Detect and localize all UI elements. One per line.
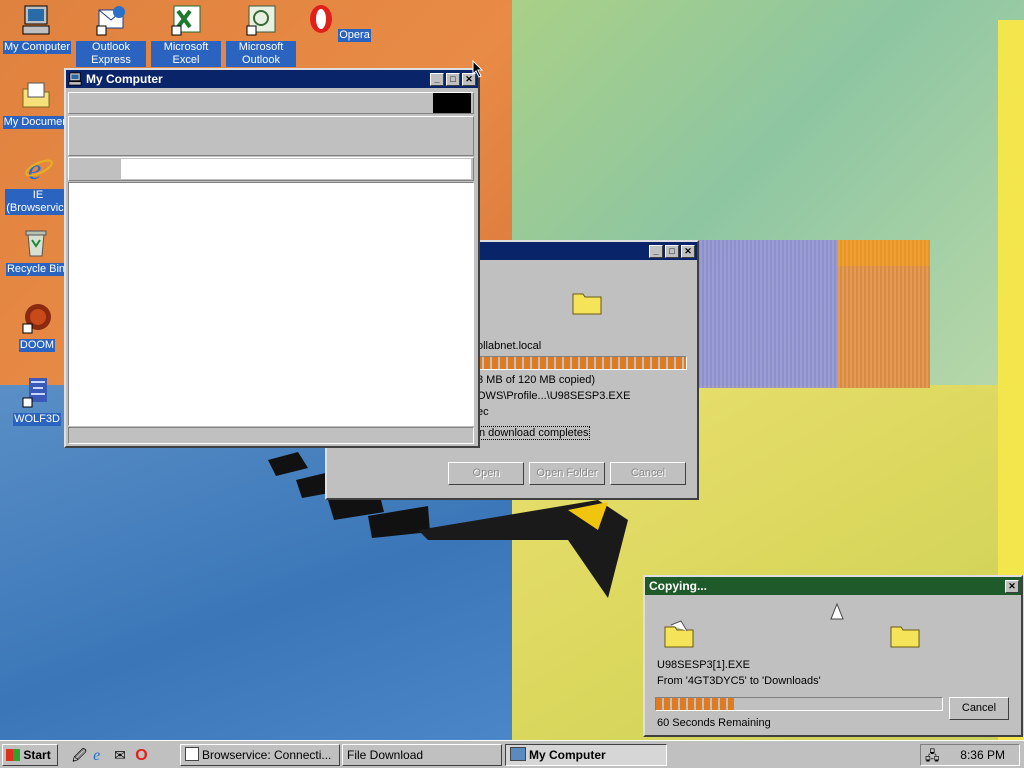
desktop-icon-label: Microsoft Outlook: [226, 41, 296, 67]
opera-icon: [310, 5, 333, 33]
desktop-icon-label: WOLF3D: [13, 413, 61, 426]
outlook-express-icon[interactable]: ✉: [114, 746, 132, 764]
download-copied-status: 3 MB of 120 MB copied): [477, 374, 596, 386]
desktop-icon-opera[interactable]: Opera: [302, 4, 372, 42]
copying-filename: U98SESP3[1].EXE: [657, 659, 750, 671]
maximize-button[interactable]: □: [446, 72, 460, 86]
window-title: My Computer: [86, 72, 163, 86]
file-view-pane[interactable]: [68, 182, 474, 426]
desktop-icon-microsoft-outlook[interactable]: Microsoft Outlook: [226, 4, 296, 67]
taskbar-item-my-computer[interactable]: My Computer: [505, 744, 667, 766]
desktop-icon-label: My Computer: [2, 41, 72, 54]
cancel-download-button[interactable]: Cancel: [610, 462, 686, 485]
open-folder-button[interactable]: Open Folder: [529, 462, 605, 485]
browser-window-icon: [185, 747, 199, 761]
documents-folder-icon: [22, 82, 50, 108]
doom-icon: [22, 304, 51, 334]
close-on-complete-checkbox-label[interactable]: n download completes: [477, 426, 591, 440]
outlook-icon: [246, 5, 276, 36]
open-button[interactable]: Open: [448, 462, 524, 485]
start-button[interactable]: Start: [2, 744, 58, 766]
show-desktop-icon[interactable]: 🖉: [72, 746, 90, 764]
minimize-button[interactable]: _: [430, 72, 444, 86]
desktop-icon-label: DOOM: [18, 339, 56, 352]
internet-explorer-icon[interactable]: e: [93, 747, 111, 765]
recycle-bin-icon: [25, 230, 47, 257]
copying-time-remaining: 60 Seconds Remaining: [657, 717, 771, 729]
desktop-icon-microsoft-excel[interactable]: Microsoft Excel: [151, 4, 221, 67]
internet-explorer-icon: e: [25, 153, 53, 186]
destination-folder-icon: [890, 626, 920, 648]
desktop-icon-my-documents[interactable]: My Documen: [1, 79, 71, 129]
start-label: Start: [23, 748, 51, 762]
desktop-icon-label: IE (Browservice: [5, 189, 71, 215]
desktop-icon-label: Recycle Bin: [5, 263, 67, 276]
throbber: [433, 93, 471, 113]
computer-icon: [68, 72, 82, 86]
address-bar[interactable]: [68, 157, 474, 181]
cancel-copy-button[interactable]: Cancel: [949, 697, 1009, 720]
wolf3d-icon: [22, 378, 47, 408]
taskbar-item-browservice[interactable]: Browservice: Connecti...: [180, 744, 340, 766]
desktop-icon-doom[interactable]: DOOM: [2, 302, 72, 352]
download-progress-bar: [475, 356, 687, 370]
desktop-icon-wolf3d[interactable]: WOLF3D: [2, 376, 72, 426]
desktop-icon-outlook-express[interactable]: Outlook Express: [76, 4, 146, 67]
mouse-cursor: [472, 60, 484, 78]
taskbar-item-file-download[interactable]: File Download: [342, 744, 502, 766]
outlook-express-icon: [96, 6, 125, 36]
computer-icon: [510, 747, 526, 761]
download-host: ollabnet.local: [477, 340, 542, 352]
folder-icon: [572, 293, 602, 315]
taskbar-item-label: My Computer: [529, 748, 606, 762]
desktop-icon-recycle-bin[interactable]: Recycle Bin: [1, 226, 71, 276]
copying-dialog[interactable]: Copying... ✕ U98SESP3[1].EXE From '4GT3D…: [643, 575, 1023, 737]
copying-title: Copying...: [649, 579, 707, 593]
copying-from-to: From '4GT3DYC5' to 'Downloads': [657, 675, 821, 687]
desktop-icon-my-computer[interactable]: My Computer: [2, 4, 72, 54]
maximize-button[interactable]: □: [665, 244, 679, 258]
taskbar: Start 🖉 e ✉ O Browservice: Connecti... F…: [0, 740, 1024, 768]
desktop-icon-label: Outlook Express: [76, 41, 146, 67]
flying-paper-icon: [830, 603, 844, 620]
copying-titlebar[interactable]: Copying... ✕: [645, 577, 1021, 595]
quick-launch: 🖉 e ✉ O: [72, 746, 153, 766]
windows-logo-icon: [6, 749, 20, 761]
system-tray: 🖧 8:36 PM: [920, 744, 1020, 766]
taskbar-item-label: Browservice: Connecti...: [202, 748, 332, 762]
my-computer-titlebar[interactable]: My Computer _ □ ✕: [66, 70, 478, 88]
copying-progress-bar: [655, 697, 943, 711]
toolbar[interactable]: [68, 116, 474, 156]
download-path: OWS\Profile...\U98SESP3.EXE: [477, 390, 631, 402]
address-input[interactable]: [121, 159, 471, 179]
close-button[interactable]: ✕: [1005, 579, 1019, 593]
tray-network-icon[interactable]: 🖧: [925, 747, 941, 763]
desktop-icon-ie-browservice[interactable]: e IE (Browservice: [3, 152, 73, 215]
my-computer-window[interactable]: My Computer _ □ ✕: [64, 68, 480, 448]
taskbar-item-label: File Download: [347, 748, 424, 762]
menu-bar[interactable]: [68, 92, 474, 114]
clock[interactable]: 8:36 PM: [960, 748, 1005, 762]
close-button[interactable]: ✕: [681, 244, 695, 258]
desktop-icon-label: Microsoft Excel: [151, 41, 221, 67]
computer-icon: [22, 5, 50, 35]
minimize-button[interactable]: _: [649, 244, 663, 258]
status-bar: [68, 427, 474, 444]
desktop-icon-label: Opera: [338, 29, 371, 42]
excel-icon: [171, 5, 201, 36]
opera-icon[interactable]: O: [135, 747, 153, 765]
desktop-icon-label: My Documen: [2, 116, 70, 129]
source-folder-icon: [664, 620, 694, 648]
